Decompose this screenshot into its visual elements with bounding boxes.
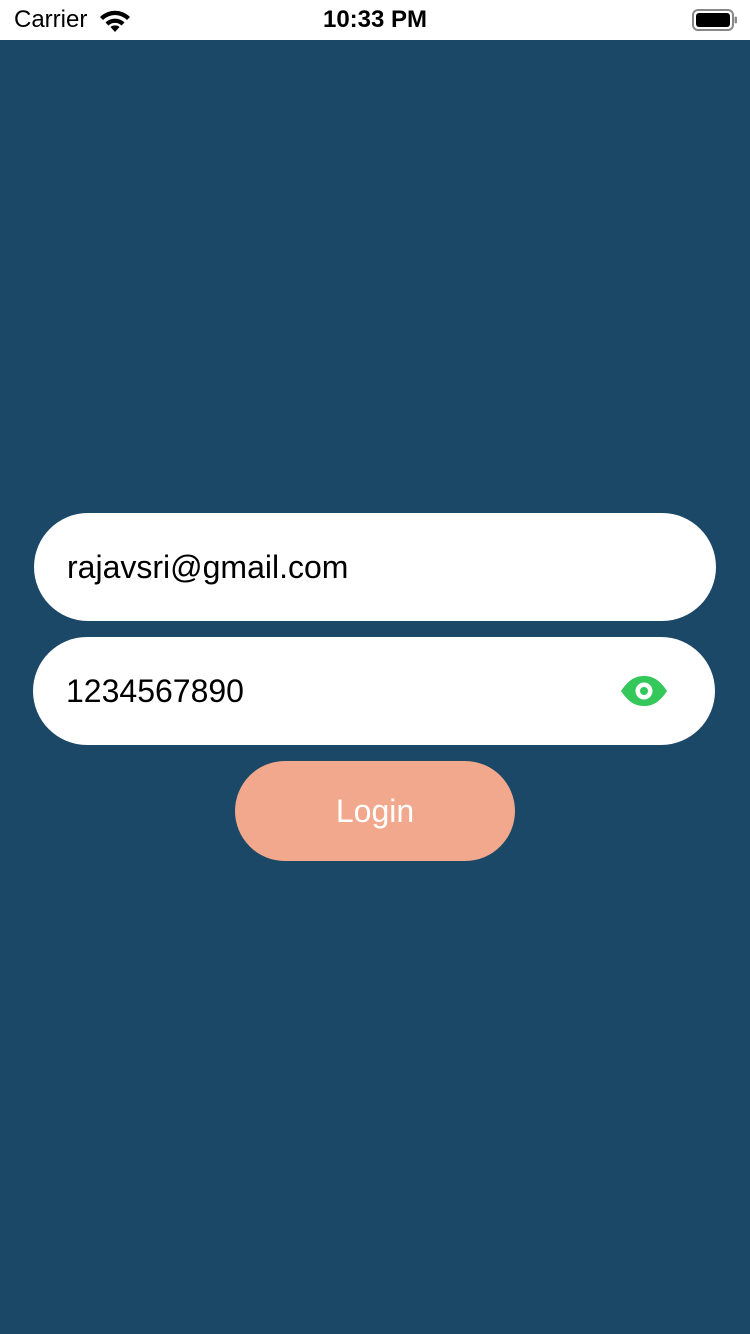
login-screen: Carrier 10:33 PM rajavsri@gmail.com 1234…	[0, 0, 750, 1334]
email-field[interactable]: rajavsri@gmail.com	[34, 513, 716, 621]
email-value: rajavsri@gmail.com	[67, 549, 349, 585]
login-button[interactable]: Login	[235, 761, 515, 861]
password-field[interactable]: 1234567890	[33, 637, 715, 745]
status-bar: Carrier 10:33 PM	[0, 0, 750, 40]
password-value: 1234567890	[66, 673, 244, 709]
clock: 10:33 PM	[322, 6, 428, 33]
eye-icon[interactable]	[620, 675, 668, 707]
battery-icon	[692, 9, 737, 31]
